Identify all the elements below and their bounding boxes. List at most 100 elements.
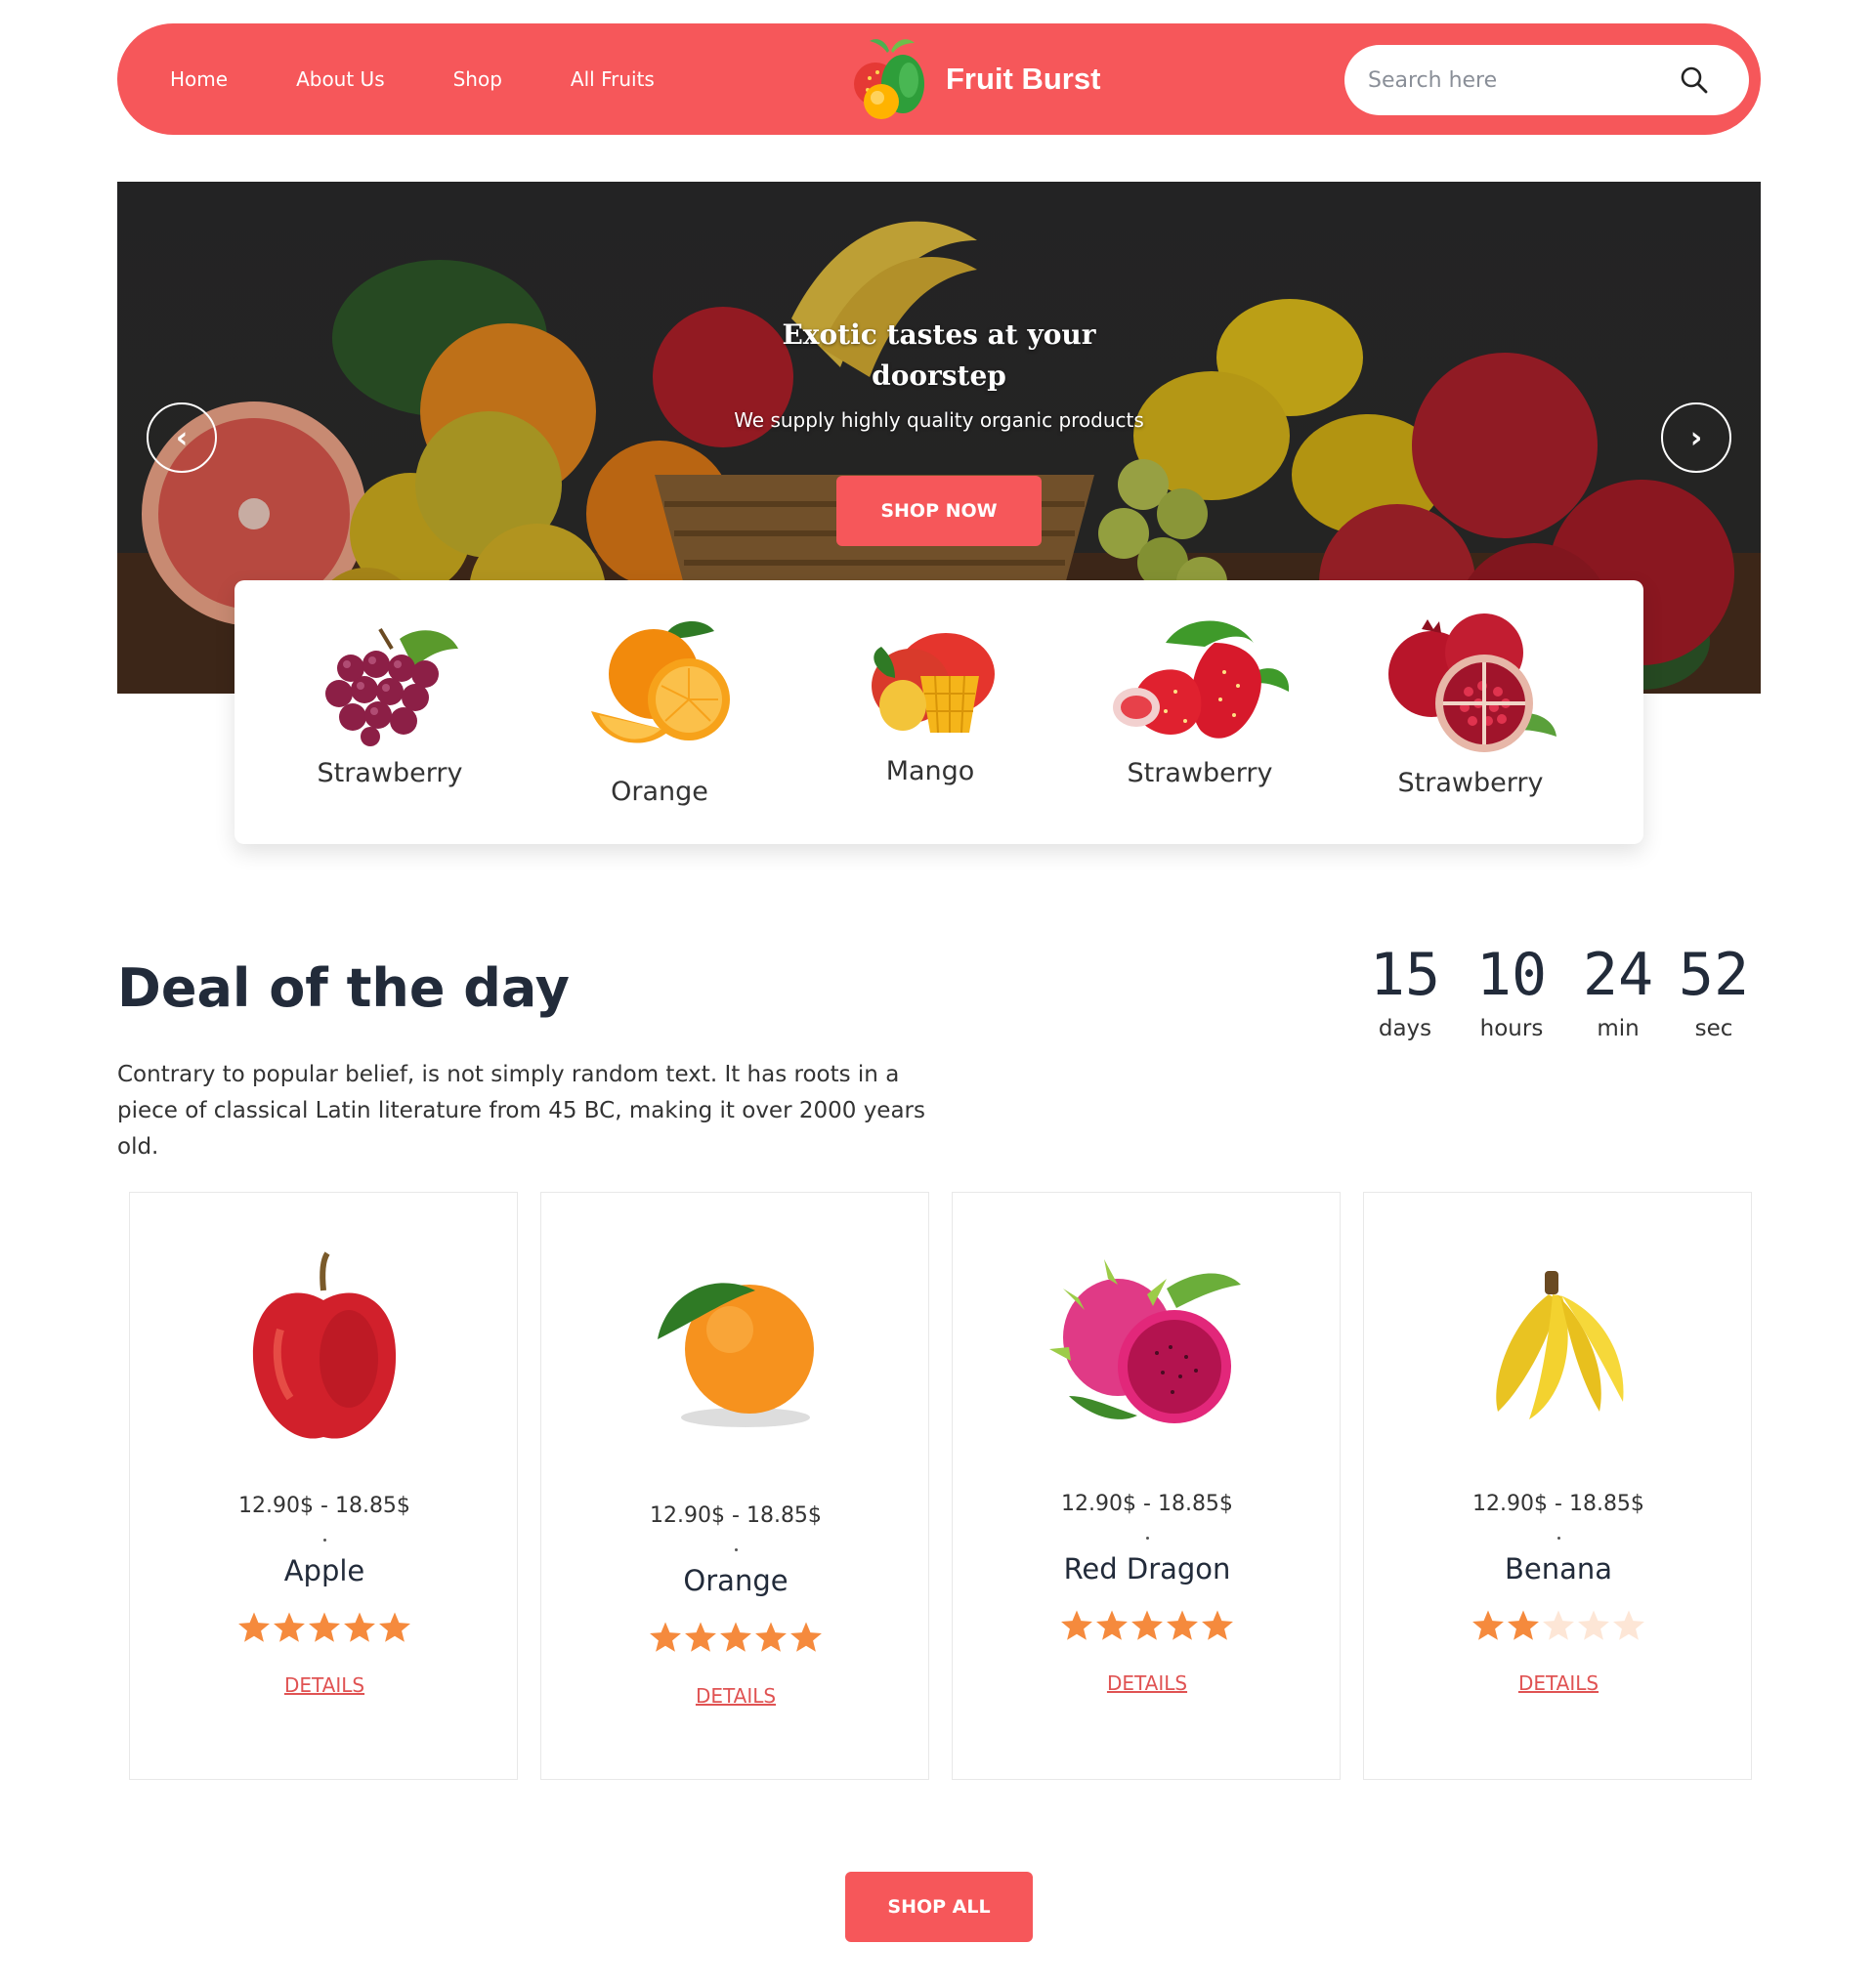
dragon-fruit-image <box>1049 1259 1241 1423</box>
product-name: Orange <box>683 1564 789 1597</box>
star-filled-icon <box>1508 1610 1539 1640</box>
search-box <box>1344 45 1749 115</box>
nav-all-fruits-link[interactable]: All Fruits <box>571 67 655 91</box>
star-filled-icon <box>1202 1610 1233 1640</box>
star-filled-icon <box>344 1612 375 1642</box>
category-item[interactable]: Mango <box>813 617 1047 786</box>
countdown-value: 10 <box>1475 941 1548 1009</box>
rating-stars <box>130 1611 519 1648</box>
category-label: Mango <box>885 756 975 786</box>
product-name: Apple <box>283 1554 365 1587</box>
separator-dot <box>323 1539 326 1542</box>
countdown-value: 52 <box>1678 941 1750 1009</box>
details-link[interactable]: DETAILS <box>1364 1671 1753 1695</box>
product-name: Red Dragon <box>1063 1552 1231 1585</box>
product-image[interactable] <box>1364 1265 1753 1435</box>
search-input[interactable] <box>1368 45 1661 115</box>
countdown-timer: 15 days 10 hours 24 min 52 sec <box>1358 936 1761 1053</box>
product-image[interactable] <box>541 1271 930 1441</box>
countdown-value: 24 <box>1582 941 1654 1009</box>
category-item[interactable]: Strawberry <box>273 619 507 788</box>
category-label: Strawberry <box>1127 758 1273 788</box>
details-link[interactable]: DETAILS <box>541 1684 930 1708</box>
product-price: 12.90$ - 18.85$ <box>238 1494 410 1518</box>
shop-now-button[interactable]: SHOP NOW <box>836 476 1042 546</box>
separator-dot <box>1557 1537 1560 1540</box>
category-label: Orange <box>611 777 708 807</box>
nav-about-link[interactable]: About Us <box>296 67 385 91</box>
product-image[interactable] <box>130 1251 519 1451</box>
product-card-banana: 12.90$ - 18.85$ Benana DETAILS <box>1363 1192 1752 1780</box>
rating-stars <box>953 1609 1342 1646</box>
product-card-orange: 12.90$ - 18.85$ Orange DETAILS <box>540 1192 929 1780</box>
star-filled-icon <box>755 1622 787 1652</box>
star-filled-icon <box>685 1622 716 1652</box>
mango-image <box>872 633 995 734</box>
star-filled-icon <box>238 1612 270 1642</box>
hero-subtitle: We supply highly quality organic product… <box>734 408 1144 432</box>
category-item[interactable]: Strawberry <box>1083 613 1317 788</box>
star-filled-icon <box>650 1622 681 1652</box>
apple-image <box>252 1251 397 1439</box>
star-filled-icon <box>720 1622 751 1652</box>
countdown-sec: 52 sec <box>1667 936 1761 1041</box>
deal-title: Deal of the day <box>117 957 570 1019</box>
details-link[interactable]: DETAILS <box>953 1671 1342 1695</box>
rating-stars <box>1364 1609 1753 1646</box>
deal-description: Contrary to popular belief, is not simpl… <box>117 1062 925 1160</box>
product-name: Benana <box>1504 1552 1613 1585</box>
star-filled-icon <box>1472 1610 1504 1640</box>
strawberry-image <box>1113 620 1290 739</box>
orange-image <box>591 620 730 743</box>
nav-links: Home About Us Shop All Fruits <box>170 23 655 135</box>
star-filled-icon <box>379 1612 410 1642</box>
nav-home-link[interactable]: Home <box>170 67 228 91</box>
pomegranate-image <box>1388 613 1556 752</box>
countdown-min: 24 min <box>1571 936 1665 1041</box>
countdown-label: hours <box>1479 1016 1544 1041</box>
star-empty-icon <box>1613 1610 1644 1640</box>
separator-dot <box>735 1548 738 1551</box>
star-empty-icon <box>1543 1610 1574 1640</box>
star-filled-icon <box>790 1622 822 1652</box>
countdown-value: 15 <box>1369 941 1441 1009</box>
product-price: 12.90$ - 18.85$ <box>1061 1492 1233 1516</box>
nav-shop-link[interactable]: Shop <box>453 67 502 91</box>
star-empty-icon <box>1578 1610 1609 1640</box>
countdown-days: 15 days <box>1358 936 1452 1041</box>
star-filled-icon <box>309 1612 340 1642</box>
star-filled-icon <box>1131 1610 1163 1640</box>
category-item[interactable]: Strawberry <box>1353 610 1588 798</box>
details-link[interactable]: DETAILS <box>130 1673 519 1697</box>
search-icon[interactable] <box>1679 64 1710 96</box>
star-filled-icon <box>1167 1610 1198 1640</box>
chevron-left-icon[interactable]: ‹ <box>147 402 217 473</box>
countdown-label: min <box>1597 1016 1640 1041</box>
brand-name: Fruit Burst <box>946 62 1101 96</box>
banana-image <box>1496 1271 1624 1419</box>
chevron-right-icon[interactable]: › <box>1661 402 1731 473</box>
navbar: Home About Us Shop All Fruits Fruit Burs… <box>117 23 1761 135</box>
product-price: 12.90$ - 18.85$ <box>650 1503 822 1528</box>
product-card-apple: 12.90$ - 18.85$ Apple DETAILS <box>129 1192 518 1780</box>
star-filled-icon <box>1096 1610 1128 1640</box>
countdown-label: days <box>1378 1016 1432 1041</box>
shop-all-button[interactable]: SHOP ALL <box>845 1872 1033 1942</box>
brand[interactable]: Fruit Burst <box>846 33 1100 125</box>
product-price: 12.90$ - 18.85$ <box>1472 1492 1644 1516</box>
star-filled-icon <box>274 1612 305 1642</box>
grapes-image <box>325 627 458 746</box>
category-label: Strawberry <box>1397 768 1544 798</box>
product-card-red-dragon: 12.90$ - 18.85$ Red Dragon DETAILS <box>952 1192 1341 1780</box>
category-strip: Strawberry Orange Mango Strawberry Straw… <box>234 580 1643 844</box>
hero-title: Exotic tastes at your doorstep <box>782 318 1096 392</box>
category-item[interactable]: Orange <box>542 613 777 807</box>
rating-stars <box>541 1621 930 1658</box>
product-image[interactable] <box>953 1259 1342 1439</box>
countdown-hours: 10 hours <box>1465 936 1558 1041</box>
star-filled-icon <box>1061 1610 1092 1640</box>
separator-dot <box>1146 1537 1149 1540</box>
fruit-logo-icon <box>854 39 924 119</box>
orange-image <box>658 1283 814 1427</box>
category-label: Strawberry <box>317 758 463 788</box>
